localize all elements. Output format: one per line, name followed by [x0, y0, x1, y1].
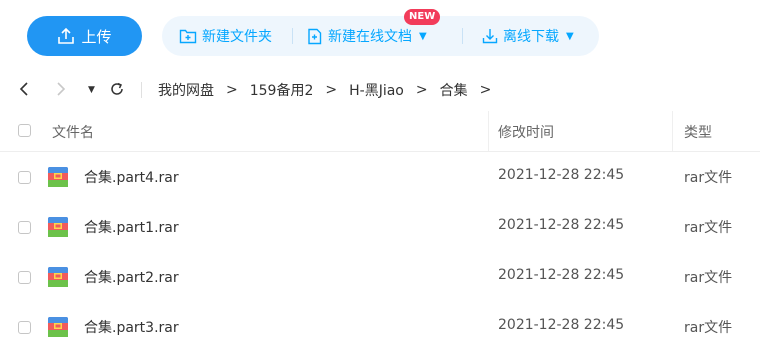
- column-divider[interactable]: [488, 111, 489, 151]
- nav-divider: [141, 82, 142, 98]
- new-folder-icon: [179, 28, 197, 44]
- file-type: rar文件: [684, 220, 733, 236]
- new-folder-label: 新建文件夹: [202, 29, 272, 45]
- file-name[interactable]: 合集.part3.rar: [84, 317, 179, 337]
- column-divider[interactable]: [672, 111, 673, 151]
- refresh-icon[interactable]: [109, 81, 125, 101]
- file-modified: 2021-12-28 22:45: [498, 267, 625, 283]
- new-folder-button[interactable]: 新建文件夹: [179, 26, 272, 46]
- column-header-type[interactable]: 类型: [684, 122, 712, 142]
- breadcrumb-item[interactable]: 合集: [440, 80, 468, 100]
- rar-archive-icon: [46, 215, 70, 243]
- rar-archive-icon: [46, 265, 70, 293]
- new-doc-icon: [307, 28, 323, 45]
- breadcrumb-separator: >: [415, 82, 428, 98]
- forward-icon[interactable]: [55, 81, 67, 101]
- select-all-checkbox[interactable]: [18, 124, 31, 137]
- file-type: rar文件: [684, 170, 733, 186]
- breadcrumb: 我的网盘 > 159备用2 > H-黑Jiao > 合集 >: [158, 80, 503, 100]
- new-online-doc-button[interactable]: 新建在线文档 ▼: [307, 26, 427, 46]
- row-checkbox[interactable]: [18, 321, 31, 334]
- row-checkbox[interactable]: [18, 171, 31, 184]
- row-checkbox[interactable]: [18, 221, 31, 234]
- back-icon[interactable]: [18, 81, 30, 101]
- file-table-header: 文件名 修改时间 类型: [0, 111, 760, 152]
- breadcrumb-item[interactable]: 159备用2: [250, 80, 314, 100]
- column-header-name[interactable]: 文件名: [52, 122, 94, 142]
- file-name[interactable]: 合集.part2.rar: [84, 267, 179, 287]
- table-row[interactable]: 合集.part3.rar 2021-12-28 22:45 rar文件: [0, 302, 760, 352]
- chevron-down-icon: ▼: [419, 30, 427, 42]
- new-badge: NEW: [404, 9, 441, 25]
- breadcrumb-item[interactable]: 我的网盘: [158, 80, 214, 100]
- file-type: rar文件: [684, 320, 733, 336]
- file-name[interactable]: 合集.part4.rar: [84, 167, 179, 187]
- rar-archive-icon: [46, 315, 70, 343]
- file-modified: 2021-12-28 22:45: [498, 317, 625, 333]
- file-modified: 2021-12-28 22:45: [498, 217, 625, 233]
- file-type: rar文件: [684, 270, 733, 286]
- toolbar-divider: [292, 28, 293, 44]
- download-icon: [482, 28, 498, 44]
- breadcrumb-separator: >: [479, 82, 492, 98]
- toolbar: 上传 新建文件夹 新建在线文档 ▼ 离线下载 ▼ NEW: [0, 0, 760, 72]
- column-header-modified[interactable]: 修改时间: [498, 122, 554, 142]
- toolbar-actions: 新建文件夹 新建在线文档 ▼ 离线下载 ▼: [162, 16, 599, 56]
- file-modified: 2021-12-28 22:45: [498, 167, 625, 183]
- breadcrumb-bar: ▼ 我的网盘 > 159备用2 > H-黑Jiao > 合集 >: [0, 72, 760, 108]
- upload-label: 上传: [81, 27, 112, 46]
- upload-icon: [57, 27, 75, 45]
- offline-download-label: 离线下载: [503, 29, 559, 45]
- table-row[interactable]: 合集.part1.rar 2021-12-28 22:45 rar文件: [0, 202, 760, 252]
- breadcrumb-separator: >: [226, 82, 238, 98]
- table-row[interactable]: 合集.part2.rar 2021-12-28 22:45 rar文件: [0, 252, 760, 302]
- row-checkbox[interactable]: [18, 271, 31, 284]
- breadcrumb-item[interactable]: H-黑Jiao: [349, 80, 404, 100]
- chevron-down-icon: ▼: [566, 30, 574, 42]
- toolbar-divider: [462, 28, 463, 44]
- upload-button[interactable]: 上传: [27, 16, 142, 56]
- offline-download-button[interactable]: 离线下载 ▼: [482, 26, 574, 46]
- rar-archive-icon: [46, 165, 70, 193]
- table-row[interactable]: 合集.part4.rar 2021-12-28 22:45 rar文件: [0, 152, 760, 202]
- new-online-doc-label: 新建在线文档: [328, 29, 412, 45]
- breadcrumb-separator: >: [325, 82, 338, 98]
- file-name[interactable]: 合集.part1.rar: [84, 217, 179, 237]
- history-dropdown-icon[interactable]: ▼: [88, 85, 95, 95]
